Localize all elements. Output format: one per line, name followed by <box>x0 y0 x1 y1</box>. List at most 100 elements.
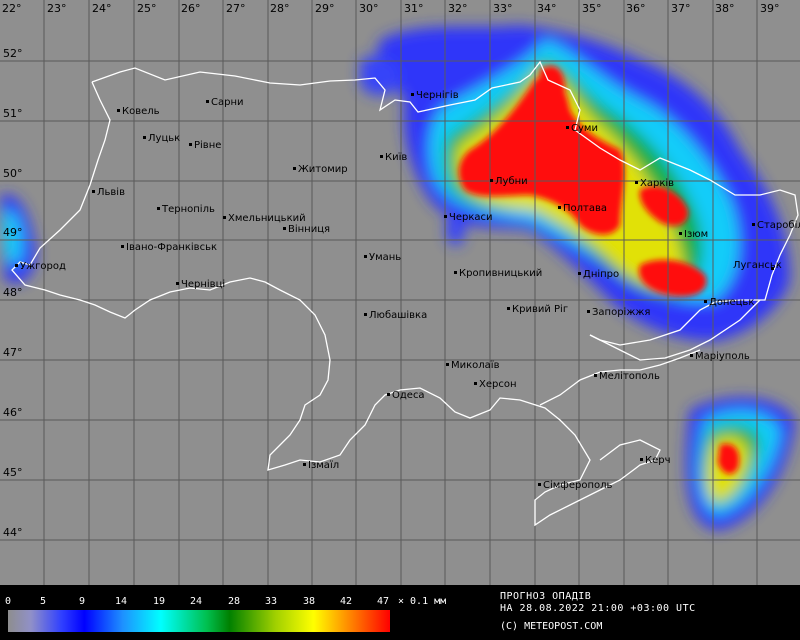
lat-label: 50° <box>3 167 23 180</box>
city-label: Черкаси <box>449 212 493 223</box>
city-label: Кропивницький <box>459 268 542 279</box>
lat-label: 46° <box>3 406 23 419</box>
city-label: Івано-Франківськ <box>126 241 217 253</box>
city-label: Сімферополь <box>543 479 613 491</box>
city-marker[interactable]: Кропивницький <box>454 268 542 279</box>
lon-label: 38° <box>715 2 735 15</box>
city-label: Ізюм <box>684 229 708 240</box>
lon-label: 29° <box>315 2 335 15</box>
city-label: Херсон <box>479 379 517 390</box>
city-marker[interactable]: Кривий Ріг <box>507 303 568 315</box>
city-label: Ковель <box>122 106 160 117</box>
legend-tick: 0 <box>5 596 12 607</box>
city-marker[interactable]: Житомир <box>293 164 348 175</box>
city-marker[interactable]: Ужгород <box>15 261 66 272</box>
city-marker[interactable]: Чернігів <box>411 89 459 101</box>
color-scale-bar <box>8 610 390 632</box>
city-label: Миколаїв <box>451 360 500 371</box>
lon-label: 31° <box>404 2 424 15</box>
city-label: Маріуполь <box>695 350 750 362</box>
city-label: Любашівка <box>369 309 427 321</box>
city-label: Лубни <box>495 176 528 187</box>
city-marker[interactable]: Ковель <box>117 106 160 117</box>
city-marker[interactable]: Сарни <box>206 97 244 108</box>
lon-label: 25° <box>137 2 157 15</box>
legend-tick: 33 <box>265 596 278 607</box>
city-marker[interactable]: Чернівці <box>176 278 225 290</box>
city-marker[interactable]: Дніпро <box>578 268 619 280</box>
city-label: Луцьк <box>148 133 180 144</box>
lon-label: 39° <box>760 2 780 15</box>
lat-label: 44° <box>3 526 23 539</box>
city-label: Сарни <box>211 97 244 108</box>
forecast-info: ПРОГНОЗ ОПАДІВ НА 28.08.2022 21:00 +03:0… <box>500 591 696 615</box>
city-marker[interactable]: Тернопіль <box>157 203 215 215</box>
precipitation-map: 22° 23° 24° 25° 26° 27° 28° 29° 30° 31° … <box>0 0 800 585</box>
city-marker[interactable]: Ізюм <box>679 229 708 240</box>
forecast-viewer: 22° 23° 24° 25° 26° 27° 28° 29° 30° 31° … <box>0 0 800 640</box>
legend-tick: 42 <box>340 596 353 607</box>
city-marker[interactable]: Сімферополь <box>538 479 613 491</box>
city-marker[interactable]: Запоріжжя <box>587 306 650 318</box>
city-marker[interactable]: Рівне <box>189 139 221 151</box>
legend-panel: 0 5 9 14 19 24 28 33 38 42 47 × 0.1 мм П… <box>0 585 800 640</box>
city-marker[interactable]: Харків <box>635 177 674 189</box>
legend-tick: 28 <box>228 596 241 607</box>
city-marker[interactable]: Луганськ <box>733 260 782 271</box>
city-marker[interactable]: Херсон <box>474 379 517 390</box>
lat-label: 47° <box>3 346 23 359</box>
city-marker[interactable]: Умань <box>364 252 401 263</box>
city-label: Ізмаїл <box>308 460 339 471</box>
legend-tick: 24 <box>190 596 203 607</box>
city-marker[interactable]: Львів <box>92 186 125 198</box>
lon-label: 37° <box>671 2 691 15</box>
legend-tick: 47 <box>377 596 390 607</box>
copyright-text: (C) METEOPOST.COM <box>500 621 603 632</box>
lat-label: 45° <box>3 466 23 479</box>
city-marker[interactable]: Суми <box>566 123 598 134</box>
lat-label: 49° <box>3 226 23 239</box>
city-label: Дніпро <box>583 268 619 280</box>
lon-label: 23° <box>47 2 67 15</box>
city-label: Умань <box>369 252 401 263</box>
city-marker[interactable]: Івано-Франківськ <box>121 241 217 253</box>
city-marker[interactable]: Маріуполь <box>690 350 750 362</box>
lon-label: 30° <box>359 2 379 15</box>
legend-tick: 38 <box>303 596 316 607</box>
city-marker[interactable]: Старобільськ <box>752 219 800 231</box>
city-marker[interactable]: Лубни <box>490 176 528 187</box>
city-marker[interactable]: Керч <box>640 455 671 466</box>
city-label: Старобільськ <box>757 219 800 231</box>
lon-label: 36° <box>626 2 646 15</box>
city-marker[interactable]: Миколаїв <box>446 360 500 371</box>
city-label: Одеса <box>392 390 425 401</box>
city-marker[interactable]: Ізмаїл <box>303 460 339 471</box>
city-marker[interactable]: Хмельницький <box>223 213 306 224</box>
city-label: Суми <box>571 123 598 134</box>
city-marker[interactable]: Луцьк <box>143 133 180 144</box>
lon-label: 27° <box>226 2 246 15</box>
city-marker[interactable]: Київ <box>380 152 407 163</box>
lon-label: 32° <box>448 2 468 15</box>
city-label: Запоріжжя <box>592 306 650 318</box>
city-label: Львів <box>97 186 125 198</box>
city-label: Тернопіль <box>161 203 215 215</box>
city-label: Луганськ <box>733 260 782 271</box>
lon-label: 34° <box>537 2 557 15</box>
city-marker[interactable]: Полтава <box>558 203 607 214</box>
city-label: Хмельницький <box>228 213 306 224</box>
city-label: Чернігів <box>416 89 459 101</box>
city-marker[interactable]: Любашівка <box>364 309 427 321</box>
lat-label: 51° <box>3 107 23 120</box>
lat-label: 48° <box>3 286 23 299</box>
city-label: Донецьк <box>709 297 754 308</box>
lon-label: 24° <box>92 2 112 15</box>
city-marker[interactable]: Мелітополь <box>594 370 660 382</box>
city-label: Керч <box>645 455 671 466</box>
city-marker[interactable]: Одеса <box>387 390 425 401</box>
forecast-date: НА 28.08.2022 21:00 +03:00 UTC <box>500 603 696 614</box>
city-marker[interactable]: Вінниця <box>283 223 330 235</box>
lon-label: 28° <box>270 2 290 15</box>
city-marker[interactable]: Донецьк <box>704 297 754 308</box>
city-marker[interactable]: Черкаси <box>444 212 493 223</box>
